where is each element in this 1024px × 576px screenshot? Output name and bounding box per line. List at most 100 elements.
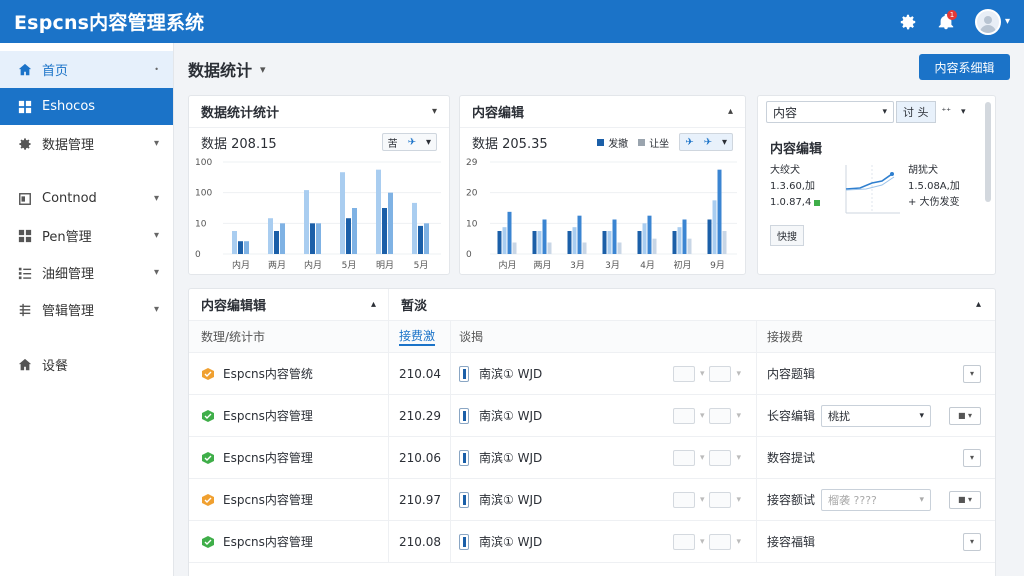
toggle-icon[interactable] — [459, 491, 469, 508]
row-code: 南滨① WJD — [479, 493, 543, 507]
table-row[interactable]: Espcns内容管理 210.97 南滨① WJD ▾ ▾ 接容额试 榴袭 ???… — [189, 479, 995, 521]
row-code: 南滨① WJD — [479, 367, 543, 381]
metric-label: 胡犹犬 — [908, 165, 938, 176]
sidebar-item-eshocos[interactable]: Eshocos — [0, 88, 173, 125]
x-tick-label: 内月 — [498, 259, 516, 271]
chart-bar — [412, 202, 417, 254]
table-row[interactable]: Espcns内容管理 210.08 南滨① WJD ▾ ▾ 接容福辑 ▾ — [189, 521, 995, 563]
row-dropdown-button[interactable]: ▾ — [963, 532, 981, 551]
row-menu-button[interactable]: ■ ▾ — [949, 490, 981, 509]
primary-action-button[interactable]: 内容系细辑 — [919, 54, 1010, 80]
chevron-down-icon: ▾ — [260, 62, 266, 76]
y-tick-label: 29 — [466, 158, 478, 168]
column-header[interactable]: 谈揭 — [459, 328, 483, 345]
document-icon — [16, 192, 34, 206]
list-icon — [16, 303, 34, 317]
table-row[interactable]: Espcns内容管理 210.06 南滨① WJD ▾ ▾ 数容提试 ▾ — [189, 437, 995, 479]
x-tick-label: 3月 — [570, 260, 585, 271]
disabled-input — [709, 407, 732, 424]
toggle-icon[interactable] — [459, 533, 469, 550]
sidebar-item-pen-management[interactable]: Pen管理 ▾ — [0, 217, 173, 254]
row-dropdown-button[interactable]: ▾ — [963, 448, 981, 467]
stat-value: 数据 205.35 — [472, 136, 548, 152]
chevron-down-icon: ▾ — [919, 410, 925, 421]
row-status: 接容福辑 — [767, 535, 816, 549]
chart-bar — [376, 169, 381, 254]
sidebar-item-home[interactable]: 首页 • — [0, 51, 173, 88]
arrow-up-icon: ✈ — [703, 136, 712, 148]
column-header[interactable]: 接拨费 — [767, 328, 803, 345]
toggle-icon[interactable] — [459, 449, 469, 466]
row-select[interactable]: 榴袭 ???? ▾ — [821, 488, 932, 511]
chart-bar — [687, 238, 692, 254]
row-status: 内容题辑 — [767, 367, 816, 381]
bar-chart-1: 0 10 100 100 内月 两月 内月 5月 明月 5月 — [195, 158, 441, 271]
chart-bar — [717, 169, 722, 254]
legend-item: 发撤 — [597, 135, 628, 150]
toggle-icon[interactable] — [459, 407, 469, 424]
table-header-row: 数理/统计市 接费激 谈揭 接拨费 — [189, 321, 995, 353]
chevron-up-icon[interactable]: ▴ — [976, 299, 981, 310]
quick-search-button[interactable]: 快搜 — [770, 225, 804, 246]
page-title[interactable]: 数据统计 ▾ — [188, 57, 266, 81]
sidebar-item-label: Eshocos — [42, 99, 96, 114]
grid-icon — [16, 100, 34, 114]
content-select[interactable]: 内容 ▾ — [766, 101, 894, 123]
disabled-input — [672, 533, 695, 550]
disabled-input — [709, 533, 732, 550]
sidebar-item-contnod[interactable]: Contnod ▾ — [0, 180, 173, 217]
column-header[interactable]: 数理/统计市 — [201, 328, 265, 345]
card-title: 数据统计统计 — [201, 106, 280, 121]
user-avatar[interactable] — [974, 8, 1001, 35]
row-code: 南滨① WJD — [479, 535, 543, 549]
chart-bar — [572, 227, 577, 254]
chevron-down-icon[interactable]: ▾ — [432, 106, 437, 117]
sidebar-item-settings[interactable]: 设餐 — [0, 346, 173, 383]
y-tick-label: 10 — [466, 219, 478, 229]
row-name: Espcns内容管统 — [223, 367, 313, 381]
chart-toggle[interactable]: ✈ ✈ ▾ — [679, 133, 733, 151]
arrow-up-icon: ✈ — [685, 136, 694, 148]
x-tick-label: 初月 — [673, 259, 691, 271]
row-value: 210.97 — [399, 492, 441, 507]
chevron-down-icon: ▾ — [721, 136, 727, 148]
metric-value: 1.0.87,4 — [770, 197, 812, 208]
settings-icon[interactable] — [893, 7, 923, 37]
chart-bar — [617, 242, 622, 254]
chart-bar — [280, 223, 285, 254]
table-row[interactable]: Espcns内容管理 210.29 南滨① WJD ▾ ▾ 长容编辑 桃扰 ▾ ■ … — [189, 395, 995, 437]
chart-bar — [722, 231, 727, 254]
chart-bar — [672, 231, 677, 254]
sidebar-item-oil-management[interactable]: 油细管理 ▾ — [0, 254, 173, 291]
chevron-down-icon[interactable]: ▾ — [961, 107, 966, 117]
hexagon-status-icon — [202, 535, 214, 548]
x-tick-label: 4月 — [640, 260, 655, 271]
chart-bar — [388, 192, 393, 254]
sidebar-item-data-management[interactable]: 数据管理 ▾ — [0, 125, 173, 162]
toggle-icon[interactable] — [459, 365, 469, 382]
table-row[interactable]: Espcns内容管统 210.04 南滨① WJD ▾ ▾ 内容题辑 ▾ — [189, 353, 995, 395]
expand-icon[interactable]: ⁺⁺ — [942, 107, 952, 117]
row-menu-button[interactable]: ■ ▾ — [949, 406, 981, 425]
notification-bell-icon[interactable]: 1 — [931, 7, 961, 37]
chevron-down-icon: ▾ — [736, 368, 741, 379]
card3-action-button[interactable]: 讨 头 — [896, 101, 936, 123]
chart-bar — [547, 242, 552, 254]
y-tick-label: 10 — [195, 219, 207, 229]
row-select[interactable]: 桃扰 ▾ — [821, 404, 932, 427]
chevron-down-icon: ▾ — [699, 494, 705, 505]
chevron-up-icon[interactable]: ▴ — [728, 106, 733, 117]
chevron-up-icon[interactable]: ▴ — [371, 299, 376, 310]
chevron-down-icon: ▾ — [153, 267, 159, 278]
chart-bar — [567, 231, 572, 254]
main-content: 数据统计 ▾ 内容系细辑 数据统计统计 ▾ 数据 208.15 苦 ✈ ▾ 0 1… — [174, 43, 1024, 576]
chevron-down-icon[interactable]: ▾ — [1005, 16, 1010, 27]
column-header[interactable]: 接费激 — [399, 327, 436, 346]
row-dropdown-button[interactable]: ▾ — [963, 364, 981, 383]
chart-toggle[interactable]: 苦 ✈ ▾ — [381, 133, 437, 151]
sidebar-item-editor-management[interactable]: 管辑管理 ▾ — [0, 291, 173, 328]
scrollbar[interactable] — [985, 102, 991, 202]
chart-bar — [507, 211, 512, 254]
chart-bar — [612, 219, 617, 254]
chart-bar — [346, 218, 351, 254]
